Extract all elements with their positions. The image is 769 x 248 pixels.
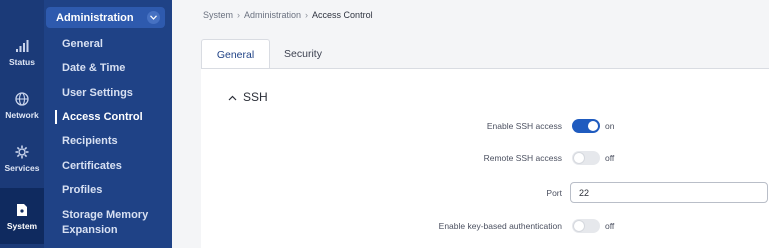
key-auth-toggle[interactable] (572, 219, 600, 233)
tab-security[interactable]: Security (270, 39, 336, 69)
rail-label-status: Status (9, 56, 35, 67)
key-auth-label: Enable key-based authentication (438, 221, 562, 231)
rail-item-system[interactable]: System (0, 188, 44, 244)
breadcrumb-access-control: Access Control (312, 10, 373, 20)
remote-ssh-toggle[interactable] (572, 151, 600, 165)
submenu-item-access-control[interactable]: Access Control (62, 111, 143, 123)
remote-ssh-state: off (605, 153, 615, 163)
rail-label-network: Network (5, 109, 39, 120)
toggle-knob (574, 221, 584, 231)
active-indicator (55, 110, 57, 124)
rail-item-status[interactable]: Status (0, 27, 44, 77)
administration-dropdown[interactable]: Administration (46, 7, 165, 28)
chevron-up-icon (228, 90, 237, 104)
chevron-down-icon (147, 11, 160, 24)
administration-label: Administration (56, 11, 134, 24)
breadcrumb-system[interactable]: System (203, 10, 233, 20)
ssh-section-title: SSH (243, 90, 268, 104)
remote-ssh-label: Remote SSH access (483, 153, 562, 163)
toggle-knob (588, 121, 598, 131)
file-icon (14, 202, 30, 218)
gear-icon (14, 144, 30, 160)
port-input[interactable] (570, 182, 768, 203)
breadcrumb: System › Administration › Access Control (203, 10, 373, 20)
tab-general[interactable]: General (201, 39, 270, 69)
enable-ssh-toggle[interactable] (572, 119, 600, 133)
submenu-item-profiles[interactable]: Profiles (62, 184, 102, 196)
rail-item-services[interactable]: Services (0, 133, 44, 183)
submenu-item-general[interactable]: General (62, 38, 103, 50)
submenu-item-storage-memory[interactable]: Storage Memory (62, 209, 148, 221)
ssh-section-header[interactable]: SSH (228, 90, 268, 104)
toggle-knob (574, 153, 584, 163)
breadcrumb-administration[interactable]: Administration (244, 10, 301, 20)
port-label: Port (546, 188, 562, 198)
enable-ssh-label: Enable SSH access (486, 121, 562, 131)
chevron-right-icon: › (305, 10, 309, 20)
enable-ssh-state: on (605, 121, 615, 131)
submenu-item-date-time[interactable]: Date & Time (62, 62, 125, 74)
globe-icon (14, 91, 30, 107)
submenu-item-recipients[interactable]: Recipients (62, 135, 118, 147)
key-auth-state: off (605, 221, 615, 231)
rail-label-system: System (6, 220, 38, 231)
submenu-item-user-settings[interactable]: User Settings (62, 87, 133, 99)
submenu-item-expansion[interactable]: Expansion (62, 224, 118, 236)
chevron-right-icon: › (237, 10, 241, 20)
rail-label-services: Services (4, 162, 40, 173)
rail-item-network[interactable]: Network (0, 80, 44, 130)
submenu-item-certificates[interactable]: Certificates (62, 160, 122, 172)
icon-rail: Status Network Services System (0, 0, 44, 248)
signal-bars-icon (14, 38, 30, 54)
